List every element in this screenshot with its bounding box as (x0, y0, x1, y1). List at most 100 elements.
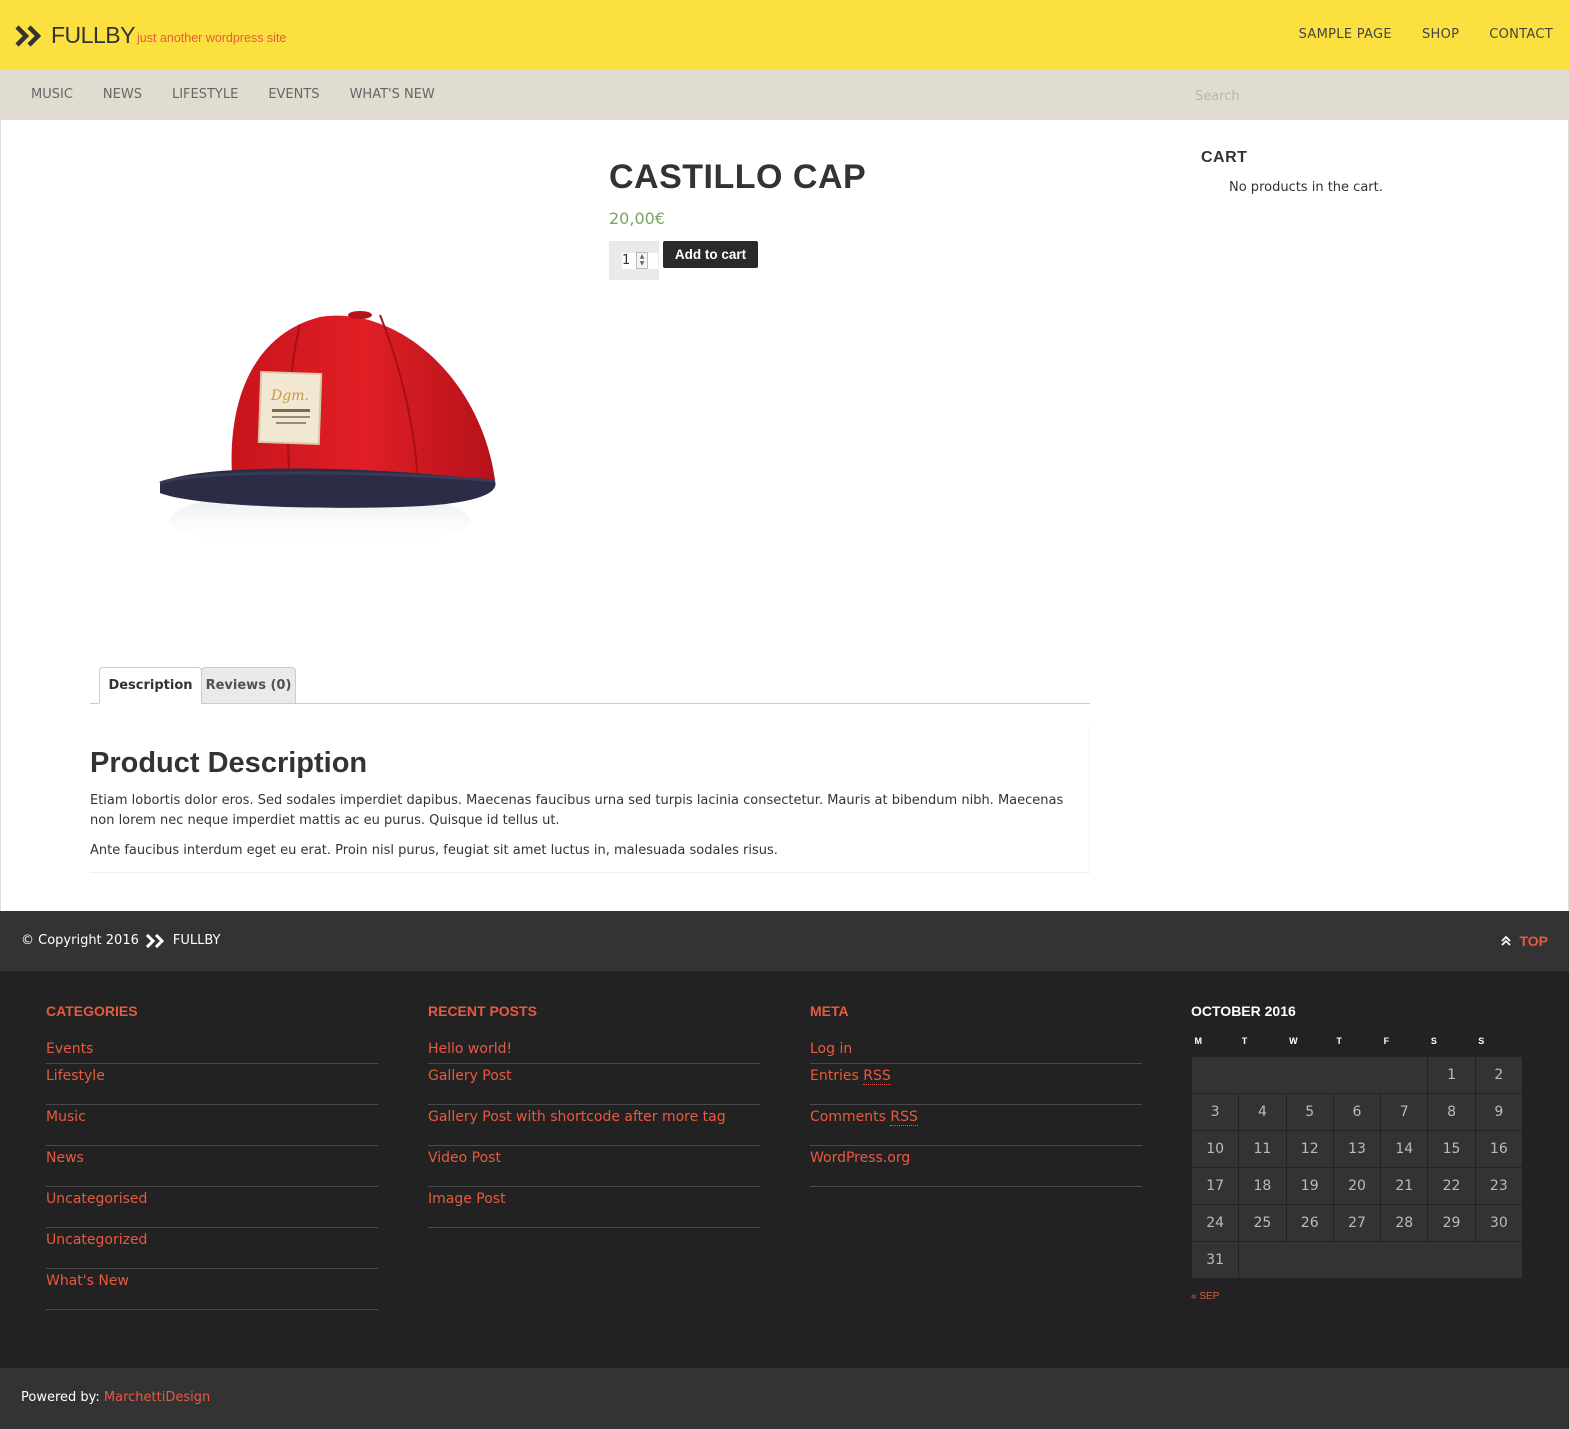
tab-reviews[interactable]: Reviews (0) (201, 667, 296, 704)
copyright-text: © Copyright 2016 (21, 933, 139, 948)
back-to-top-label[interactable]: TOP (1519, 933, 1548, 949)
calendar-day: 9 (1474, 1092, 1524, 1131)
category-link[interactable]: News (46, 1146, 378, 1187)
recent-post-link[interactable]: Image Post (428, 1187, 760, 1228)
calendar-day: 10 (1190, 1129, 1240, 1168)
nav-contact[interactable]: CONTACT (1489, 27, 1553, 42)
recent-post-link[interactable]: Video Post (428, 1146, 760, 1187)
tab-description[interactable]: Description (99, 667, 202, 704)
meta-wordpress-link[interactable]: WordPress.org (810, 1146, 1142, 1187)
category-navigation: MUSIC NEWS LIFESTYLE EVENTS WHAT'S NEW (31, 87, 435, 102)
calendar-week-row: 17 18 19 20 21 22 23 (1190, 1166, 1524, 1205)
recent-posts-list: Hello world! Gallery Post Gallery Post w… (428, 1041, 760, 1228)
description-paragraph-2: Ante faucibus interdum eget eu erat. Pro… (90, 843, 778, 858)
recent-post-link[interactable]: Gallery Post (428, 1064, 760, 1105)
cat-lifestyle[interactable]: LIFESTYLE (172, 87, 238, 102)
site-logo[interactable]: FULLBY (15, 22, 135, 49)
calendar-empty-cell (1238, 1240, 1523, 1279)
calendar-day: 21 (1380, 1166, 1429, 1205)
calendar-day: 19 (1285, 1166, 1334, 1205)
meta-comments-rss-link[interactable]: Comments RSS (810, 1105, 1142, 1146)
calendar-week-row: 1 2 (1190, 1055, 1524, 1094)
footer-widgets: CATEGORIES Events Lifestyle Music News U… (0, 971, 1569, 1368)
stepper-down-icon[interactable]: ▼ (640, 261, 645, 267)
meta-entries-label[interactable]: Entries (810, 1068, 859, 1084)
calendar-day: 30 (1474, 1203, 1524, 1242)
site-name[interactable]: FULLBY (51, 22, 135, 49)
calendar-day: 14 (1380, 1129, 1429, 1168)
calendar-day: 28 (1380, 1203, 1429, 1242)
calendar-day-header: M (1194, 1035, 1203, 1046)
calendar-day-header: T (1241, 1035, 1248, 1046)
add-to-cart-button[interactable]: Add to cart (663, 241, 758, 268)
calendar-day-header: F (1383, 1035, 1390, 1046)
product-tabs: Description Reviews (0) (90, 667, 1090, 704)
category-link[interactable]: Uncategorised (46, 1187, 378, 1228)
calendar-table: M T W T F S S 1 2 3 4 5 6 7 8 9 10 11 12… (1190, 1026, 1524, 1279)
product-title: CASTILLO CAP (609, 158, 867, 196)
calendar-week-row: 31 (1190, 1240, 1523, 1279)
calendar-day-header: S (1478, 1035, 1485, 1046)
calendar-empty-cell (1190, 1055, 1429, 1094)
calendar-title: OCTOBER 2016 (1191, 1003, 1296, 1019)
category-link[interactable]: Music (46, 1105, 378, 1146)
calendar-day: 25 (1238, 1203, 1287, 1242)
calendar-day: 31 (1190, 1240, 1240, 1279)
widget-meta: META Log in Entries RSS Comments RSS Wor… (810, 1003, 1142, 1187)
copyright: © Copyright 2016 FULLBY (21, 933, 221, 948)
nav-sample-page[interactable]: SAMPLE PAGE (1299, 27, 1392, 42)
category-link[interactable]: Lifestyle (46, 1064, 378, 1105)
widget-categories: CATEGORIES Events Lifestyle Music News U… (46, 1003, 378, 1310)
nav-shop[interactable]: SHOP (1422, 27, 1459, 42)
double-chevron-right-icon (145, 933, 164, 948)
calendar-day: 5 (1285, 1092, 1334, 1131)
calendar-day-header: T (1336, 1035, 1342, 1046)
cat-music[interactable]: MUSIC (31, 87, 73, 102)
cat-events[interactable]: EVENTS (268, 87, 319, 102)
category-link[interactable]: Events (46, 1041, 378, 1064)
category-link[interactable]: What's New (46, 1269, 378, 1310)
recent-post-link[interactable]: Gallery Post with shortcode after more t… (428, 1105, 760, 1146)
cat-news[interactable]: NEWS (103, 87, 142, 102)
calendar-day-header: S (1430, 1035, 1437, 1046)
description-paragraph-1: Etiam lobortis dolor eros. Sed sodales i… (90, 793, 1064, 828)
description-heading: Product Description (90, 747, 368, 779)
calendar-day: 27 (1332, 1203, 1382, 1242)
footer-bar: © Copyright 2016 FULLBY TOP (0, 911, 1569, 971)
rss-abbr[interactable]: RSS (863, 1068, 891, 1085)
calendar-day: 24 (1190, 1203, 1240, 1242)
recent-post-link[interactable]: Hello world! (428, 1041, 760, 1064)
calendar-day: 16 (1474, 1129, 1524, 1168)
cat-whats-new[interactable]: WHAT'S NEW (350, 87, 435, 102)
calendar-day: 4 (1238, 1092, 1287, 1131)
calendar-day: 15 (1427, 1129, 1476, 1168)
back-to-top-link[interactable]: TOP (1500, 933, 1548, 949)
calendar-week-row: 3 4 5 6 7 8 9 (1190, 1092, 1524, 1131)
category-link[interactable]: Uncategorized (46, 1228, 378, 1269)
rss-abbr[interactable]: RSS (890, 1109, 918, 1126)
powered-by-label: Powered by: (21, 1390, 100, 1405)
calendar-day-header: W (1289, 1035, 1298, 1046)
calendar-day: 17 (1190, 1166, 1240, 1205)
calendar-day: 3 (1190, 1092, 1240, 1131)
quantity-box (609, 241, 659, 280)
powered-by-link[interactable]: MarchettiDesign (104, 1390, 210, 1405)
calendar-day: 2 (1474, 1055, 1524, 1094)
calendar-day: 22 (1427, 1166, 1476, 1205)
calendar-prev-month-link[interactable]: « SEP (1191, 1291, 1219, 1302)
cap-label-text: Dgm. (270, 388, 309, 404)
search-input[interactable] (1186, 85, 1526, 107)
calendar-day: 18 (1238, 1166, 1287, 1205)
meta-login-link[interactable]: Log in (810, 1041, 1142, 1064)
double-chevron-up-icon (1501, 935, 1512, 946)
calendar-day: 6 (1332, 1092, 1382, 1131)
meta-entries-rss-link[interactable]: Entries RSS (810, 1064, 1142, 1105)
category-bar: MUSIC NEWS LIFESTYLE EVENTS WHAT'S NEW (0, 70, 1569, 120)
widget-title-recent-posts: RECENT POSTS (428, 1003, 537, 1019)
calendar-day: 8 (1427, 1092, 1476, 1131)
calendar-week-row: 24 25 26 27 28 29 30 (1190, 1203, 1524, 1242)
stepper-up-icon[interactable]: ▲ (640, 253, 645, 260)
product-image[interactable]: Dgm. (150, 305, 510, 585)
meta-comments-label[interactable]: Comments (810, 1109, 886, 1125)
quantity-stepper[interactable]: ▲ ▼ (636, 252, 648, 269)
